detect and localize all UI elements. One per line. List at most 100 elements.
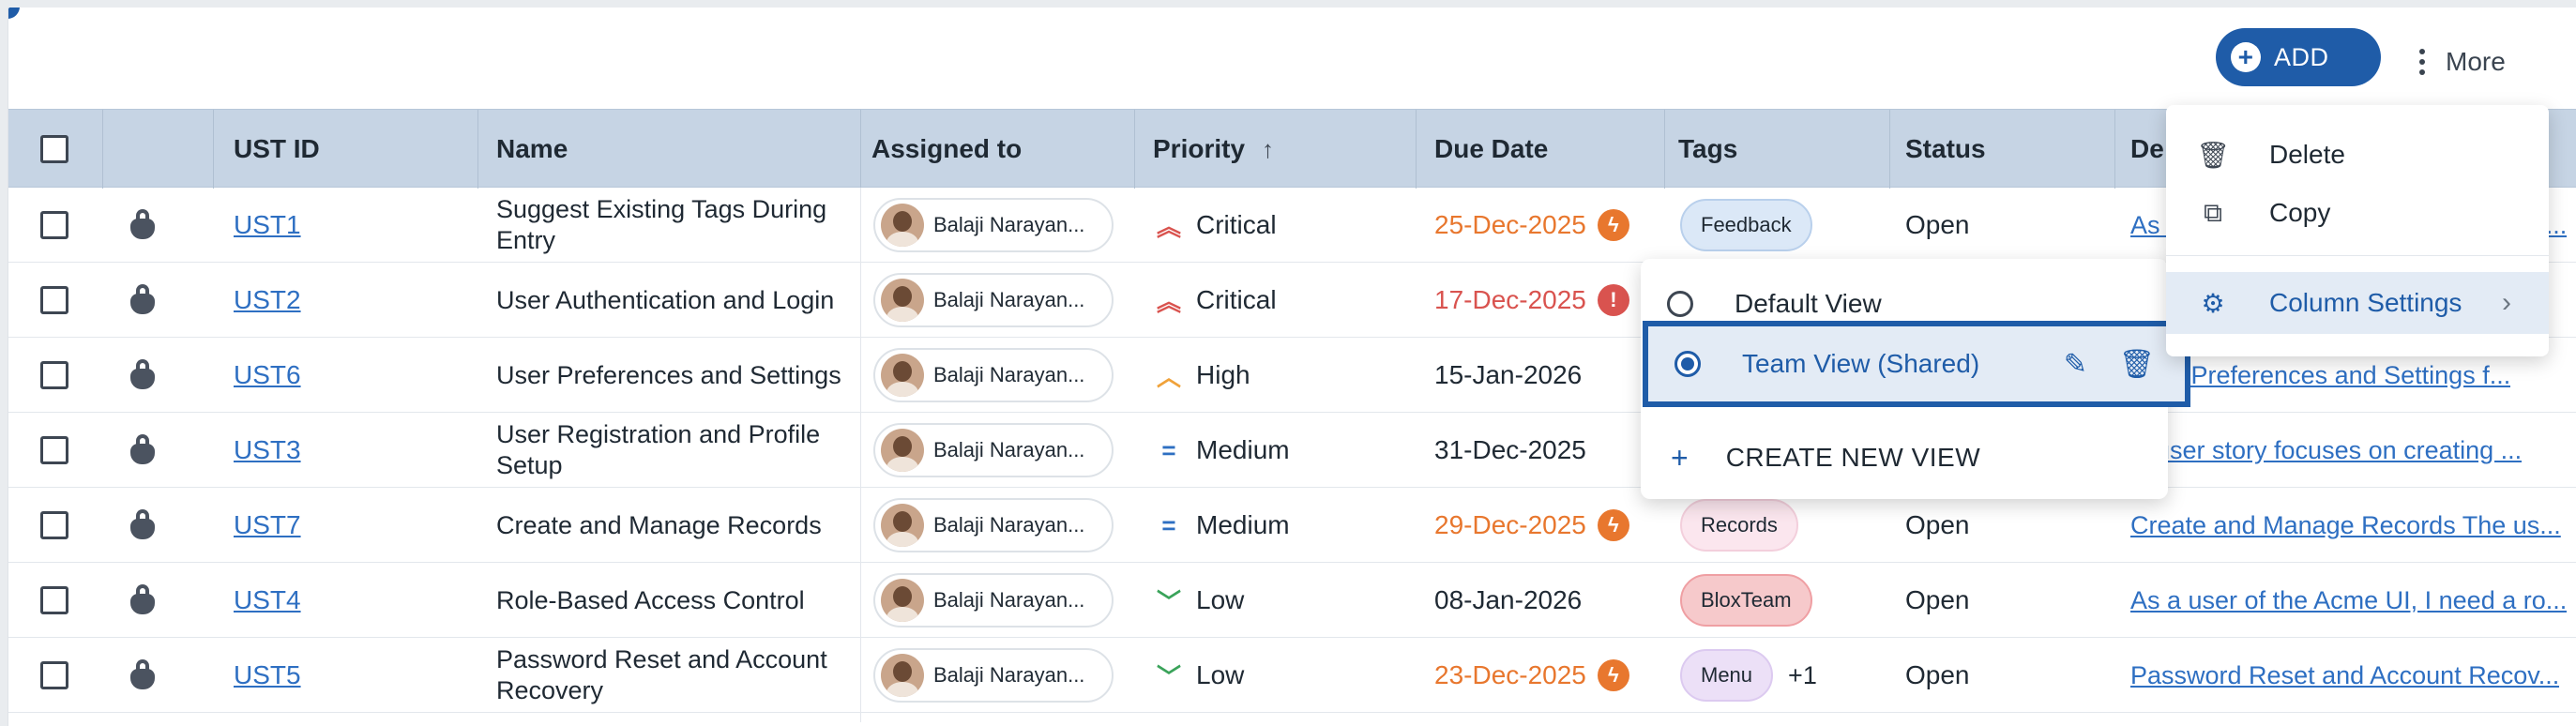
more-tags-count[interactable]: +1 xyxy=(1788,661,1817,690)
lock-cell xyxy=(129,488,157,563)
description-link[interactable]: Password Reset and Account Recov... xyxy=(2130,661,2559,690)
priority-cell[interactable]: = Medium xyxy=(1155,488,1289,563)
ust-id-cell[interactable]: UST3 xyxy=(234,413,301,488)
select-all-checkbox-cell[interactable] xyxy=(40,110,68,189)
ust-id-cell[interactable]: UST1 xyxy=(234,188,301,263)
row-checkbox-cell[interactable] xyxy=(40,338,68,413)
row-checkbox[interactable] xyxy=(40,661,68,689)
view-item-team-shared[interactable]: Team View (Shared) ✎ 🗑 xyxy=(1643,321,2190,407)
lock-icon xyxy=(129,584,157,616)
row-checkbox[interactable] xyxy=(40,361,68,389)
menu-item-delete[interactable]: 🗑 Delete xyxy=(2166,126,2549,184)
ust-id-link[interactable]: UST2 xyxy=(234,285,301,315)
table-row[interactable]: UST3 User Registration and Profile Setup… xyxy=(8,413,2576,488)
priority-chevron-down-icon: ﹀ xyxy=(1156,662,1181,691)
name-cell: User Registration and Profile Setup xyxy=(496,413,853,488)
create-new-view-button[interactable]: + CREATE NEW VIEW xyxy=(1641,420,2168,495)
row-checkbox-cell[interactable] xyxy=(40,188,68,263)
description-cell[interactable]: Password Reset and Account Recov... xyxy=(2130,638,2571,713)
avatar xyxy=(881,204,924,247)
ust-id-cell[interactable]: UST4 xyxy=(234,563,301,638)
table-row[interactable]: UST7 Create and Manage Records Balaji Na… xyxy=(8,488,2576,563)
add-button[interactable]: + ADD xyxy=(2216,28,2381,86)
header-ust-id[interactable]: UST ID xyxy=(234,110,320,189)
ust-id-cell[interactable]: UST2 xyxy=(234,263,301,338)
menu-item-column-settings[interactable]: ⚙ Column Settings › xyxy=(2166,272,2549,334)
assigned-cell[interactable]: Balaji Narayan... xyxy=(873,413,1114,488)
radio-selected-icon[interactable] xyxy=(1674,351,1701,377)
row-checkbox[interactable] xyxy=(40,286,68,314)
trash-icon[interactable]: 🗑 xyxy=(2119,348,2155,381)
sort-ascending-icon[interactable]: ↑ xyxy=(1262,135,1274,164)
assigned-cell[interactable]: Balaji Narayan... xyxy=(873,563,1114,638)
description-cell[interactable]: is user story focuses on creating ... xyxy=(2130,413,2571,488)
assignee-chip[interactable]: Balaji Narayan... xyxy=(873,648,1114,703)
priority-cell[interactable]: ︽ Critical xyxy=(1155,188,1277,263)
description-link[interactable]: Create and Manage Records The us... xyxy=(2130,511,2561,540)
row-checkbox[interactable] xyxy=(40,211,68,239)
ust-id-cell[interactable]: UST5 xyxy=(234,638,301,713)
priority-cell[interactable]: = Medium xyxy=(1155,413,1289,488)
name-cell: User Authentication and Login xyxy=(496,263,853,338)
priority-cell[interactable]: ︽ Critical xyxy=(1155,263,1277,338)
description-cell[interactable]: As a user of the Acme UI, I need a ro... xyxy=(2130,563,2571,638)
collapse-chevron-icon[interactable]: › xyxy=(8,8,20,19)
tag-badge[interactable]: Records xyxy=(1680,499,1798,552)
column-divider xyxy=(860,188,861,722)
assignee-chip[interactable]: Balaji Narayan... xyxy=(873,198,1114,252)
name-cell: Create and Manage Records xyxy=(496,488,853,563)
assignee-chip[interactable]: Balaji Narayan... xyxy=(873,348,1114,402)
select-all-checkbox[interactable] xyxy=(40,135,68,163)
ust-id-cell[interactable]: UST6 xyxy=(234,338,301,413)
ust-id-link[interactable]: UST1 xyxy=(234,210,301,240)
ust-id-cell[interactable]: UST7 xyxy=(234,488,301,563)
tag-badge[interactable]: Feedback xyxy=(1680,199,1812,251)
assigned-cell[interactable]: Balaji Narayan... xyxy=(873,188,1114,263)
assignee-chip[interactable]: Balaji Narayan... xyxy=(873,423,1114,477)
row-checkbox[interactable] xyxy=(40,586,68,614)
ust-id-link[interactable]: UST4 xyxy=(234,585,301,615)
header-due-date[interactable]: Due Date xyxy=(1434,110,1548,189)
table-row[interactable]: UST4 Role-Based Access Control Balaji Na… xyxy=(8,563,2576,638)
assigned-cell[interactable]: Balaji Narayan... xyxy=(873,638,1114,713)
row-checkbox-cell[interactable] xyxy=(40,413,68,488)
assignee-chip[interactable]: Balaji Narayan... xyxy=(873,498,1114,552)
ust-id-link[interactable]: UST7 xyxy=(234,510,301,540)
row-checkbox-cell[interactable] xyxy=(40,488,68,563)
menu-item-copy[interactable]: ⧉ Copy xyxy=(2166,184,2549,242)
assigned-cell[interactable]: Balaji Narayan... xyxy=(873,263,1114,338)
assignee-chip[interactable]: Balaji Narayan... xyxy=(873,573,1114,628)
tag-badge[interactable]: BloxTeam xyxy=(1680,574,1812,627)
assigned-cell[interactable]: Balaji Narayan... xyxy=(873,338,1114,413)
row-checkbox[interactable] xyxy=(40,511,68,539)
header-assigned-to[interactable]: Assigned to xyxy=(871,110,1022,189)
ust-id-link[interactable]: UST5 xyxy=(234,660,301,690)
priority-cell[interactable]: ﹀ Low xyxy=(1155,638,1244,713)
header-priority[interactable]: Priority ↑ xyxy=(1153,110,1274,189)
edit-pencil-icon[interactable]: ✎ xyxy=(2064,348,2087,381)
row-checkbox-cell[interactable] xyxy=(40,563,68,638)
row-checkbox[interactable] xyxy=(40,436,68,464)
row-checkbox-cell[interactable] xyxy=(40,638,68,713)
priority-cell[interactable]: ︿ High xyxy=(1155,338,1250,413)
header-tags[interactable]: Tags xyxy=(1678,110,1737,189)
ust-id-link[interactable]: UST6 xyxy=(234,360,301,390)
row-checkbox-cell[interactable] xyxy=(40,263,68,338)
lock-icon xyxy=(129,284,157,316)
header-status[interactable]: Status xyxy=(1905,110,1986,189)
description-cell[interactable]: Create and Manage Records The us... xyxy=(2130,488,2571,563)
radio-unselected-icon[interactable] xyxy=(1667,291,1693,317)
more-button[interactable]: More xyxy=(2419,43,2506,81)
ust-id-link[interactable]: UST3 xyxy=(234,435,301,465)
avatar xyxy=(881,654,924,697)
page: › + ADD More UST ID Name Assigned to Pri… xyxy=(8,8,2576,726)
table-row[interactable]: UST5 Password Reset and Account Recovery… xyxy=(8,638,2576,713)
assignee-chip[interactable]: Balaji Narayan... xyxy=(873,273,1114,327)
header-description[interactable]: De xyxy=(2130,110,2164,189)
description-link[interactable]: As a user of the Acme UI, I need a ro... xyxy=(2130,586,2567,615)
description-link[interactable]: is user story focuses on creating ... xyxy=(2130,436,2522,465)
priority-cell[interactable]: ﹀ Low xyxy=(1155,563,1244,638)
assigned-cell[interactable]: Balaji Narayan... xyxy=(873,488,1114,563)
tag-badge[interactable]: Menu xyxy=(1680,649,1774,702)
header-name[interactable]: Name xyxy=(496,110,568,189)
